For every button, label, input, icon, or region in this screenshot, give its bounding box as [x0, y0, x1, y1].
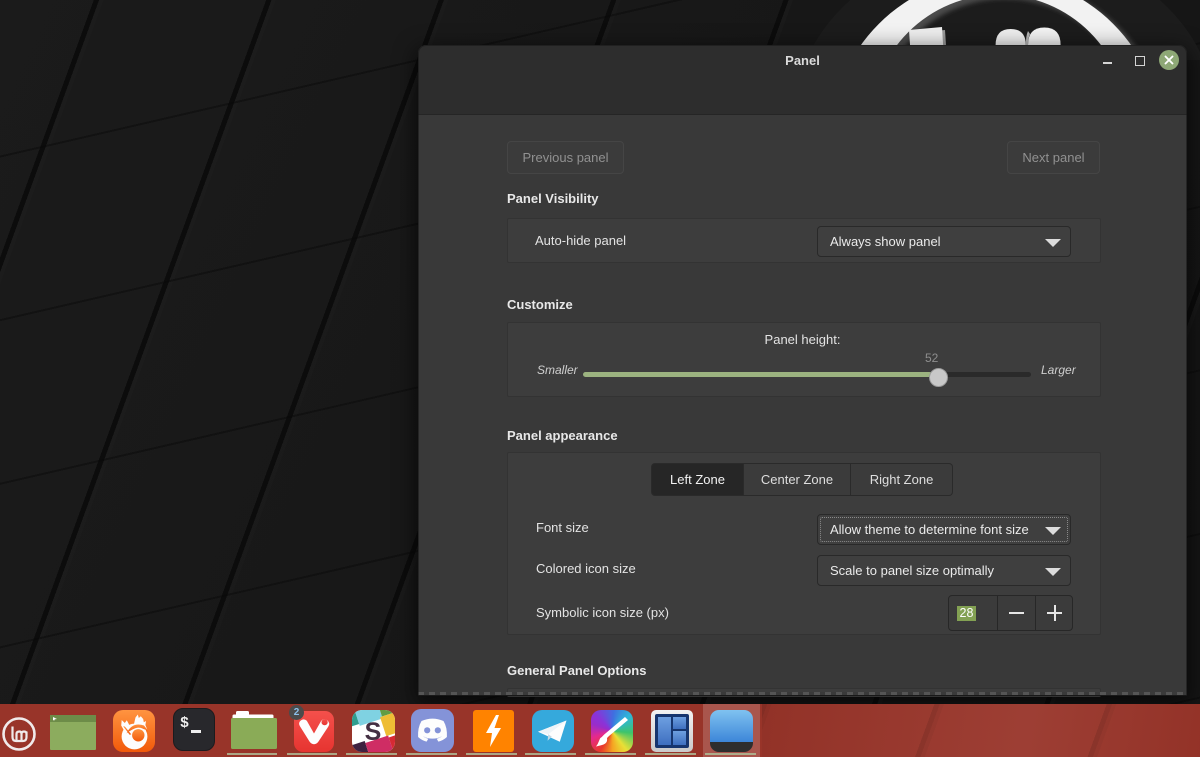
svg-text:S: S: [365, 718, 382, 746]
